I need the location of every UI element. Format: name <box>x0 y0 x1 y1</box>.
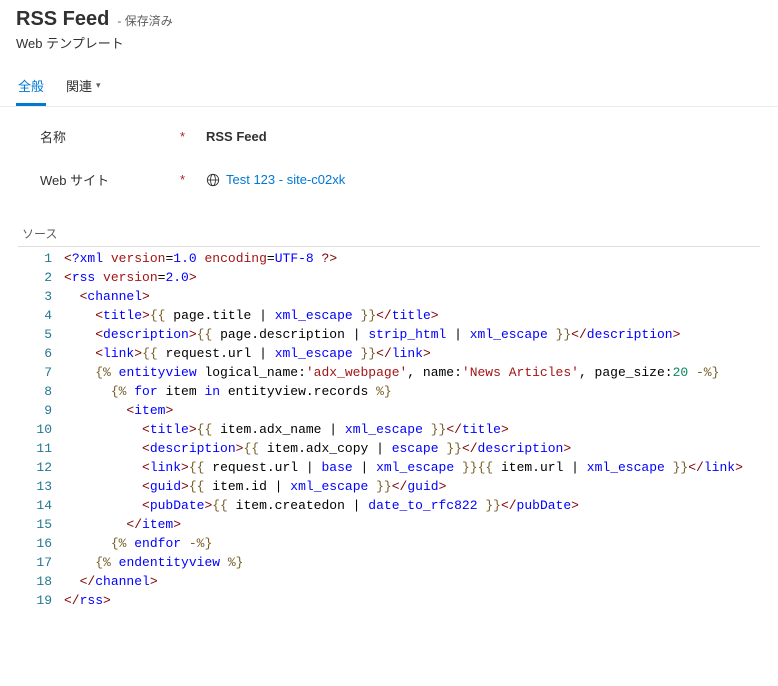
globe-icon <box>206 173 220 187</box>
line-number: 1 <box>22 249 52 268</box>
line-number: 14 <box>22 496 52 515</box>
page-header: RSS Feed - 保存済み Web テンプレート <box>0 0 778 56</box>
line-number: 7 <box>22 363 52 382</box>
code-line[interactable]: <title>{{ item.adx_name | xml_escape }}<… <box>64 420 743 439</box>
code-content[interactable]: <?xml version=1.0 encoding=UTF-8 ?><rss … <box>60 247 743 612</box>
code-line[interactable]: <description>{{ item.adx_copy | escape }… <box>64 439 743 458</box>
tab-general-label: 全般 <box>18 76 44 95</box>
line-number: 12 <box>22 458 52 477</box>
code-line[interactable]: <item> <box>64 401 743 420</box>
field-website-label: Web サイト <box>40 170 180 189</box>
line-number: 8 <box>22 382 52 401</box>
line-number: 16 <box>22 534 52 553</box>
line-number: 13 <box>22 477 52 496</box>
code-line[interactable]: <title>{{ page.title | xml_escape }}</ti… <box>64 306 743 325</box>
code-editor[interactable]: 12345678910111213141516171819 <?xml vers… <box>18 246 760 612</box>
line-number: 18 <box>22 572 52 591</box>
line-number: 6 <box>22 344 52 363</box>
code-line[interactable]: <link>{{ request.url | base | xml_escape… <box>64 458 743 477</box>
code-line[interactable]: {% endfor -%} <box>64 534 743 553</box>
code-line[interactable]: {% entityview logical_name:'adx_webpage'… <box>64 363 743 382</box>
code-line[interactable]: <link>{{ request.url | xml_escape }}</li… <box>64 344 743 363</box>
tab-related[interactable]: 関連 ▾ <box>64 70 103 106</box>
field-name-value[interactable]: RSS Feed <box>206 129 267 144</box>
line-number: 5 <box>22 325 52 344</box>
tab-related-label: 関連 <box>66 76 92 95</box>
field-website-row: Web サイト * Test 123 - site-c02xk <box>40 170 760 189</box>
line-number: 11 <box>22 439 52 458</box>
line-number: 17 <box>22 553 52 572</box>
website-link[interactable]: Test 123 - site-c02xk <box>226 172 345 187</box>
field-website-value[interactable]: Test 123 - site-c02xk <box>206 172 345 187</box>
code-line[interactable]: <?xml version=1.0 encoding=UTF-8 ?> <box>64 249 743 268</box>
code-line[interactable]: <description>{{ page.description | strip… <box>64 325 743 344</box>
field-name-row: 名称 * RSS Feed <box>40 127 760 146</box>
code-line[interactable]: </item> <box>64 515 743 534</box>
line-number: 19 <box>22 591 52 610</box>
code-gutter: 12345678910111213141516171819 <box>18 247 60 612</box>
code-line[interactable]: </channel> <box>64 572 743 591</box>
tab-bar: 全般 関連 ▾ <box>0 62 778 107</box>
page-subtitle: Web テンプレート <box>16 33 762 52</box>
line-number: 15 <box>22 515 52 534</box>
form-area: 名称 * RSS Feed Web サイト * Test 123 - site-… <box>0 107 778 221</box>
source-label: ソース <box>0 221 778 246</box>
code-line[interactable]: <guid>{{ item.id | xml_escape }}</guid> <box>64 477 743 496</box>
line-number: 3 <box>22 287 52 306</box>
save-status: - 保存済み <box>117 12 172 29</box>
field-name-label: 名称 <box>40 127 180 146</box>
code-line[interactable]: {% for item in entityview.records %} <box>64 382 743 401</box>
code-line[interactable]: <pubDate>{{ item.createdon | date_to_rfc… <box>64 496 743 515</box>
chevron-down-icon: ▾ <box>96 80 101 91</box>
required-indicator: * <box>180 129 190 144</box>
required-indicator: * <box>180 172 190 187</box>
code-line[interactable]: </rss> <box>64 591 743 610</box>
code-line[interactable]: <channel> <box>64 287 743 306</box>
tab-general[interactable]: 全般 <box>16 70 46 106</box>
line-number: 9 <box>22 401 52 420</box>
line-number: 10 <box>22 420 52 439</box>
page-title: RSS Feed <box>16 8 109 31</box>
line-number: 4 <box>22 306 52 325</box>
line-number: 2 <box>22 268 52 287</box>
code-line[interactable]: {% endentityview %} <box>64 553 743 572</box>
code-line[interactable]: <rss version=2.0> <box>64 268 743 287</box>
